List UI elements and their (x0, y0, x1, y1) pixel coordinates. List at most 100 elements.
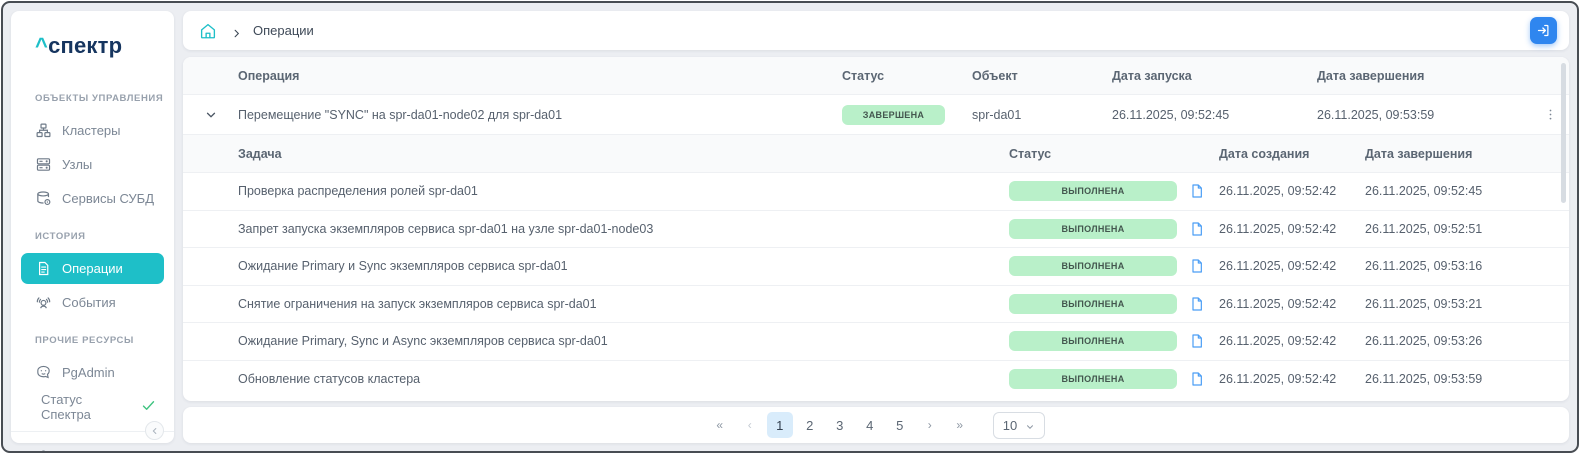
sidebar-item-label: События (62, 295, 116, 310)
task-log-file-icon[interactable] (1189, 371, 1205, 387)
task-finished-date: 26.11.2025, 09:53:59 (1365, 372, 1483, 387)
nodes-icon (35, 156, 52, 173)
sidebar-item-clusters[interactable]: Кластеры (21, 115, 164, 146)
pagination-page-button[interactable]: 3 (827, 412, 853, 438)
task-log-file-icon[interactable] (1189, 296, 1205, 312)
sidebar-nav: ОБЪЕКТЫ УПРАВЛЕНИЯ Кластеры Узлы Сервисы… (11, 73, 174, 431)
task-created-date: 26.11.2025, 09:52:42 (1219, 334, 1337, 349)
pagination-page-button[interactable]: 5 (887, 412, 913, 438)
chevron-down-icon[interactable] (183, 108, 238, 122)
col-header-start-date: Дата запуска (1112, 68, 1192, 83)
col-header-object: Объект (972, 68, 1018, 83)
pagination-page-button[interactable]: 4 (857, 412, 883, 438)
sidebar-footer: Настройки (11, 421, 174, 451)
task-status-badge: ВЫПОЛНЕНА (1009, 256, 1177, 277)
task-row[interactable]: Обновление статусов кластера ВЫПОЛНЕНА 2… (183, 361, 1569, 399)
operation-status-badge: ЗАВЕРШЕНА (842, 104, 945, 125)
db-services-icon (35, 190, 52, 207)
pagination-last-button[interactable]: » (947, 412, 973, 438)
sidebar-item-settings[interactable]: Настройки (21, 441, 164, 451)
tasks-header-row: Задача Статус Дата создания Дата заверше… (183, 135, 1569, 173)
breadcrumb: Операции (183, 11, 1569, 50)
sidebar: ^спектр ОБЪЕКТЫ УПРАВЛЕНИЯ Кластеры Узлы (11, 11, 174, 451)
pagination-first-button[interactable]: « (707, 412, 733, 438)
task-name: Запрет запуска экземпляров сервиса spr-d… (238, 221, 654, 236)
col-header-finished-date: Дата завершения (1365, 146, 1473, 161)
sidebar-item-label: Узлы (62, 157, 93, 172)
sidebar-item-label: PgAdmin (62, 365, 115, 380)
pgadmin-icon (35, 364, 52, 381)
task-row[interactable]: Проверка распределения ролей spr-da01 ВЫ… (183, 173, 1569, 211)
sidebar-item-label: Статус Спектра (41, 391, 91, 422)
main-area: Операции Операция Статус Объект Дата зап… (183, 11, 1569, 443)
pagination-next-button[interactable]: › (917, 412, 943, 438)
task-status-badge: ВЫПОЛНЕНА (1009, 293, 1177, 314)
sidebar-item-label: Кластеры (62, 123, 121, 138)
sidebar-item-nodes[interactable]: Узлы (21, 149, 164, 180)
sidebar-item-db-services[interactable]: Сервисы СУБД (21, 183, 164, 214)
operation-object: spr-da01 (972, 107, 1022, 122)
task-row[interactable]: Запрет запуска экземпляров сервиса spr-d… (183, 211, 1569, 248)
task-finished-date: 26.11.2025, 09:53:21 (1365, 296, 1483, 311)
page-size-value: 10 (1002, 417, 1018, 433)
operation-end-date: 26.11.2025, 09:53:59 (1317, 107, 1435, 122)
task-finished-date: 26.11.2025, 09:52:51 (1365, 221, 1483, 236)
task-created-date: 26.11.2025, 09:52:42 (1219, 259, 1337, 274)
home-icon[interactable] (199, 22, 217, 40)
task-finished-date: 26.11.2025, 09:53:26 (1365, 334, 1483, 349)
pagination-page-button[interactable]: 1 (766, 412, 793, 438)
operation-start-date: 26.11.2025, 09:52:45 (1112, 107, 1230, 122)
pagination-prev-button[interactable]: ‹ (737, 412, 763, 438)
task-finished-date: 26.11.2025, 09:53:16 (1365, 259, 1483, 274)
task-row[interactable]: Ожидание Primary, Sync и Async экземпляр… (183, 323, 1569, 361)
task-name: Ожидание Primary, Sync и Async экземпляр… (238, 334, 608, 349)
task-name: Ожидание Primary и Sync экземпляров серв… (238, 259, 568, 274)
section-label-other-resources: ПРОЧИЕ РЕСУРСЫ (35, 335, 134, 346)
pagination: « ‹ 12345 › » 10 (183, 407, 1569, 443)
logout-button[interactable] (1530, 17, 1557, 44)
app-logo: ^спектр (11, 11, 174, 73)
sidebar-item-pgadmin[interactable]: PgAdmin (21, 357, 164, 388)
vertical-scrollbar[interactable] (1561, 63, 1566, 203)
task-log-file-icon[interactable] (1189, 258, 1205, 274)
section-label-history: ИСТОРИЯ (35, 231, 86, 242)
logo-text: спектр (48, 33, 123, 58)
task-row[interactable]: Снятие ограничения на запуск экземпляров… (183, 286, 1569, 323)
task-status-badge: ВЫПОЛНЕНА (1009, 369, 1177, 390)
col-header-task: Задача (238, 146, 282, 161)
chevron-down-icon (1025, 420, 1035, 430)
operations-header-row: Операция Статус Объект Дата запуска Дата… (183, 57, 1569, 95)
task-finished-date: 26.11.2025, 09:52:45 (1365, 184, 1483, 199)
operation-name: Перемещение "SYNC" на spr-da01-node02 дл… (238, 107, 563, 122)
task-status-badge: ВЫПОЛНЕНА (1009, 331, 1177, 352)
pagination-page-button[interactable]: 2 (797, 412, 823, 438)
col-header-status: Статус (842, 68, 885, 83)
sidebar-item-operations[interactable]: Операции (21, 253, 164, 284)
sidebar-item-spectr-status[interactable]: Статус Спектра (21, 391, 164, 422)
task-name: Снятие ограничения на запуск экземпляров… (238, 296, 597, 311)
task-created-date: 26.11.2025, 09:52:42 (1219, 372, 1337, 387)
operation-row[interactable]: Перемещение "SYNC" на spr-da01-node02 дл… (183, 95, 1569, 135)
task-log-file-icon[interactable] (1189, 221, 1205, 237)
task-created-date: 26.11.2025, 09:52:42 (1219, 296, 1337, 311)
pagination-pages: 12345 (766, 412, 913, 438)
task-created-date: 26.11.2025, 09:52:42 (1219, 184, 1337, 199)
sidebar-item-label: Операции (62, 261, 123, 276)
sidebar-item-events[interactable]: События (21, 287, 164, 318)
page-size-select[interactable]: 10 (992, 411, 1046, 439)
task-log-file-icon[interactable] (1189, 333, 1205, 349)
task-row[interactable]: Ожидание Primary и Sync экземпляров серв… (183, 248, 1569, 286)
breadcrumb-current: Операции (253, 23, 314, 38)
sidebar-collapse-button[interactable] (145, 421, 164, 440)
task-name: Обновление статусов кластера (238, 372, 421, 387)
task-created-date: 26.11.2025, 09:52:42 (1219, 221, 1337, 236)
operations-table: Операция Статус Объект Дата запуска Дата… (183, 57, 1569, 401)
task-name: Проверка распределения ролей spr-da01 (238, 184, 478, 199)
clusters-icon (35, 122, 52, 139)
col-header-created-date: Дата создания (1219, 146, 1310, 161)
check-icon (141, 398, 156, 416)
chevron-right-icon (231, 26, 241, 37)
task-log-file-icon[interactable] (1189, 183, 1205, 199)
col-header-end-date: Дата завершения (1317, 68, 1425, 83)
task-status-badge: ВЫПОЛНЕНА (1009, 218, 1177, 239)
